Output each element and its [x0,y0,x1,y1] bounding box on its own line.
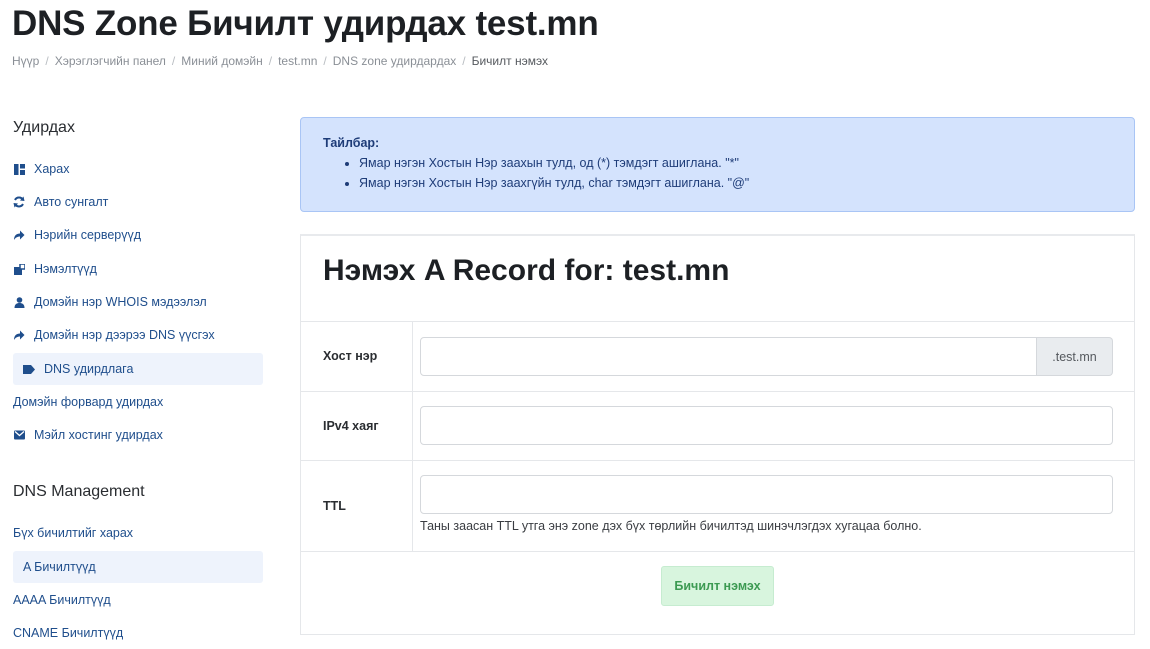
form-title: Нэмэх A Record for: test.mn [323,254,730,287]
host-input[interactable] [420,337,1037,376]
alert-list: Ямар нэгэн Хостын Нэр заахын тулд, од (*… [323,156,1112,190]
host-label: Хост нэр [323,349,378,363]
sidebar-item-label: Харах [34,162,70,176]
sidebar-item-addons[interactable]: Нэмэлтүүд [13,254,263,284]
breadcrumb-my-domains[interactable]: Миний домэйн [181,54,262,68]
share-arrow-icon [13,229,25,241]
form-row-ttl: TTL Таны заасан TTL утга энэ zone дэх бү… [301,460,1134,551]
sidebar-item-label: A Бичилтүүд [23,560,96,574]
sidebar-item-label: Нэрийн серверүүд [34,228,142,242]
sidebar-item-mail-hosting[interactable]: Мэйл хостинг удирдах [13,420,263,450]
ttl-help-text: Таны заасан TTL утга энэ zone дэх бүх тө… [420,519,922,533]
form-row-host: Хост нэр .test.mn [301,321,1134,391]
sidebar-heading-manage: Удирдах [13,119,75,136]
alert-item: Ямар нэгэн Хостын Нэр заахгүйн тулд, cha… [359,176,1112,190]
ipv4-input[interactable] [420,406,1113,445]
sidebar-item-label: Бүх бичилтийг харах [13,526,134,540]
sidebar-item-a-records[interactable]: A Бичилтүүд [13,551,263,583]
breadcrumb-home[interactable]: Нүүр [12,54,39,68]
sidebar-heading-dns-management: DNS Management [13,483,145,500]
sidebar-item-label: Домэйн форвард удирдах [13,395,164,409]
sidebar-item-label: DNS удирдлага [44,362,134,376]
breadcrumb-client-area[interactable]: Хэрэглэгчийн панел [55,54,166,68]
sidebar-item-whois[interactable]: Домэйн нэр WHOIS мэдээлэл [13,287,263,317]
breadcrumb-current: Бичилт нэмэх [471,54,548,68]
ttl-label: TTL [323,499,346,513]
alert-title: Тайлбар: [323,136,380,150]
sidebar-item-label: Мэйл хостинг удирдах [34,428,163,442]
form-row-ipv4: IPv4 хаяг [301,391,1134,460]
alert-item: Ямар нэгэн Хостын Нэр заахын тулд, од (*… [359,156,1112,170]
user-icon [13,296,25,308]
ipv4-label: IPv4 хаяг [323,419,379,433]
info-alert: Тайлбар: Ямар нэгэн Хостын Нэр заахын ту… [300,117,1135,212]
refresh-icon [13,196,25,208]
host-domain-suffix: .test.mn [1037,337,1113,376]
sidebar-item-create-dns[interactable]: Домэйн нэр дээрээ DNS үүсгэх [13,320,263,350]
breadcrumb: Нүүр / Хэрэглэгчийн панел / Миний домэйн… [12,54,548,68]
sidebar-item-aaaa-records[interactable]: AAAA Бичилтүүд [13,585,263,615]
add-record-form: Нэмэх A Record for: test.mn Хост нэр .te… [300,234,1135,635]
breadcrumb-domain[interactable]: test.mn [278,54,317,68]
sidebar-item-label: Домэйн нэр дээрээ DNS үүсгэх [34,328,215,342]
addons-icon [13,263,25,275]
sidebar-item-nameservers[interactable]: Нэрийн серверүүд [13,220,263,250]
sidebar-item-all-records[interactable]: Бүх бичилтийг харах [13,518,263,548]
sidebar-item-domain-forward[interactable]: Домэйн форвард удирдах [13,387,263,417]
ttl-input[interactable] [420,475,1113,514]
sidebar-item-cname-records[interactable]: CNAME Бичилтүүд [13,618,263,648]
sidebar-item-auto-renew[interactable]: Авто сунгалт [13,187,263,217]
sidebar-item-label: CNAME Бичилтүүд [13,626,124,640]
add-record-button[interactable]: Бичилт нэмэх [661,566,774,606]
tag-icon [23,363,35,375]
page-title: DNS Zone Бичилт удирдах test.mn [12,4,599,43]
sidebar-item-label: Авто сунгалт [34,195,109,209]
sidebar-item-dns-management[interactable]: DNS удирдлага [13,353,263,385]
sidebar-item-overview[interactable]: Харах [13,154,263,184]
share-arrow-icon [13,329,25,341]
sidebar-item-label: AAAA Бичилтүүд [13,593,111,607]
breadcrumb-dns-zone[interactable]: DNS zone удирдардах [333,54,456,68]
mail-icon [13,429,25,441]
sidebar-item-label: Нэмэлтүүд [34,262,97,276]
sidebar-item-label: Домэйн нэр WHOIS мэдээлэл [34,295,207,309]
dashboard-icon [13,163,25,175]
